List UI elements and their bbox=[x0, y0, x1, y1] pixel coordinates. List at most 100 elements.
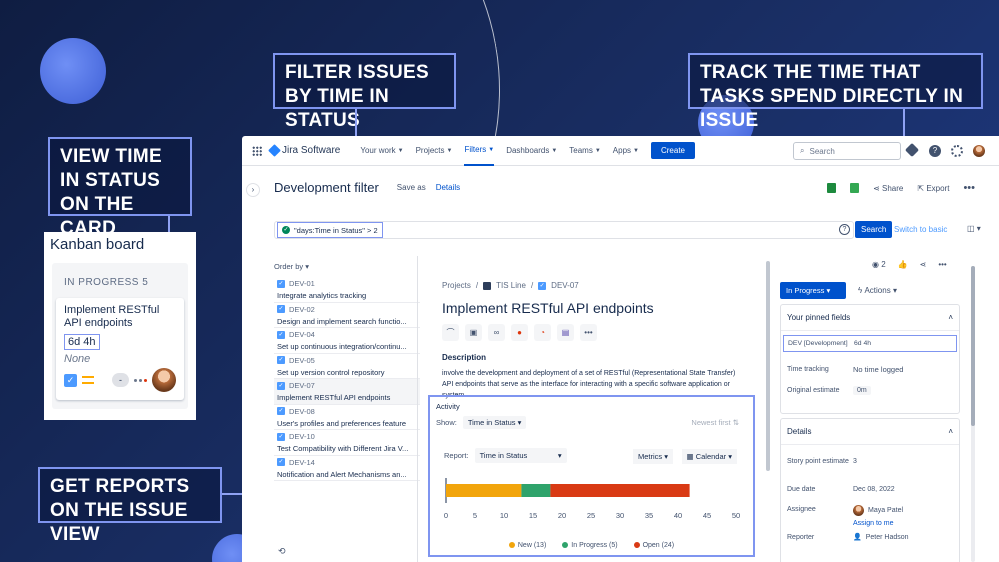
nav-label: Dashboards bbox=[506, 146, 550, 155]
details-link[interactable]: Details bbox=[436, 183, 460, 192]
breadcrumb-issue-key[interactable]: DEV-07 bbox=[551, 281, 579, 290]
switch-to-basic-link[interactable]: Switch to basic bbox=[894, 225, 947, 234]
legend-item[interactable]: In Progress (5) bbox=[562, 542, 618, 549]
list-item[interactable]: ✓ DEV-08 User's profiles and preferences f… bbox=[274, 405, 420, 430]
sheets-export-icon[interactable] bbox=[850, 183, 860, 193]
assign-to-me-link[interactable]: Assign to me bbox=[853, 520, 903, 527]
jql-help-icon[interactable]: ? bbox=[839, 224, 850, 235]
app-chart-icon[interactable]: ◔ bbox=[534, 324, 551, 341]
issue-scrollbar[interactable] bbox=[766, 261, 770, 471]
nav-teams[interactable]: Teams ▼ bbox=[569, 146, 601, 155]
sidebar-expand-icon[interactable]: › bbox=[246, 183, 260, 197]
details-panel: Details ˄ Story point estimate 3 Due date D… bbox=[780, 418, 960, 562]
refresh-icon[interactable]: ⟲ bbox=[278, 546, 286, 557]
field-label: Due date bbox=[787, 485, 816, 493]
help-icon[interactable]: ? bbox=[929, 145, 941, 157]
search-icon: ⌕ bbox=[800, 146, 805, 155]
more-icon[interactable]: ••• bbox=[938, 260, 946, 269]
export-button[interactable]: ⇱ Export bbox=[917, 184, 949, 193]
issue-key: DEV-08 bbox=[289, 406, 315, 416]
app-doc-icon[interactable]: ▤ bbox=[557, 324, 574, 341]
issue-title-heading: Implement RESTful API endpoints bbox=[442, 300, 654, 316]
issue-key: DEV-07 bbox=[289, 381, 315, 390]
share-button[interactable]: ⋖ Share bbox=[873, 184, 903, 193]
pinned-fields-header[interactable]: Your pinned fields ˄ bbox=[781, 305, 959, 331]
share-icon[interactable]: ⋖ bbox=[920, 260, 927, 269]
more-icon[interactable]: ••• bbox=[580, 324, 597, 341]
notifications-icon[interactable] bbox=[904, 142, 920, 158]
order-by-button[interactable]: Order by ▾ bbox=[274, 262, 420, 271]
jira-logo[interactable]: Jira Software bbox=[268, 144, 340, 157]
issue-key: DEV-01 bbox=[289, 279, 315, 288]
assignee-name: Maya Patel bbox=[868, 507, 904, 514]
legend-item[interactable]: New (13) bbox=[508, 542, 546, 549]
breadcrumb-project[interactable]: TIS Line bbox=[496, 281, 526, 290]
chart-bar-segment-2[interactable] bbox=[550, 484, 690, 497]
list-item[interactable]: ✓ DEV-10 Test Compatibility with Different… bbox=[274, 430, 420, 456]
list-item[interactable]: ✓ DEV-14 Notification and Alert Mechanisms… bbox=[274, 456, 420, 481]
assignee-field[interactable]: Assignee Maya Patel Assign to me bbox=[781, 501, 959, 527]
field-value: Dec 08, 2022 bbox=[853, 485, 895, 493]
jql-input[interactable]: ✓ "days:Time in Status" > 2 bbox=[274, 221, 854, 239]
nav-apps[interactable]: Apps ▼ bbox=[613, 146, 639, 155]
task-check-icon: ✓ bbox=[277, 356, 285, 364]
actions-button[interactable]: ϟ Actions ▾ bbox=[858, 286, 897, 295]
more-icon[interactable]: ••• bbox=[963, 182, 975, 194]
order-by-label: Order by bbox=[274, 262, 304, 271]
search-button[interactable]: Search bbox=[855, 221, 893, 238]
list-item[interactable]: ✓ DEV-02 Design and implement search funct… bbox=[274, 303, 420, 328]
task-check-icon: ✓ bbox=[277, 458, 285, 466]
chart-x-tick-label: 25 bbox=[587, 511, 595, 520]
chevron-down-icon: ▼ bbox=[446, 147, 453, 154]
link-icon[interactable]: ∞ bbox=[488, 324, 505, 341]
app-shield-icon[interactable]: ● bbox=[511, 324, 528, 341]
jira-logo-icon bbox=[268, 144, 281, 157]
create-button[interactable]: Create bbox=[650, 142, 695, 159]
settings-gear-icon[interactable] bbox=[951, 145, 963, 157]
field-label: Assignee bbox=[787, 506, 816, 513]
callout-reports: GET REPORTS ON THE ISSUE VIEW bbox=[38, 467, 222, 545]
chevron-down-icon: ▾ bbox=[892, 286, 897, 295]
scrollbar-thumb[interactable] bbox=[971, 266, 975, 426]
nav-filters[interactable]: Filters ▼ bbox=[464, 136, 495, 166]
issue-key: DEV-04 bbox=[289, 330, 315, 339]
nav-dashboards[interactable]: Dashboards ▼ bbox=[506, 146, 557, 155]
list-item[interactable]: ✓ DEV-05 Set up version control repository bbox=[274, 354, 420, 379]
details-scrollbar[interactable] bbox=[971, 266, 975, 562]
layout-toggle-icon[interactable]: ◫ ▾ bbox=[967, 224, 981, 233]
kanban-card[interactable]: Implement RESTful API endpoints 6d 4h No… bbox=[56, 298, 184, 400]
original-estimate-field[interactable]: Original estimate 0m bbox=[781, 382, 959, 398]
list-item[interactable]: ✓ DEV-01 Integrate analytics tracking bbox=[274, 277, 420, 303]
avatar[interactable] bbox=[152, 368, 176, 392]
actions-label: Actions bbox=[864, 286, 891, 295]
story-points-field[interactable]: Story point estimate 3 bbox=[781, 445, 959, 477]
chart-x-tick-label: 35 bbox=[645, 511, 653, 520]
status-transition-button[interactable]: In Progress ▾ bbox=[780, 282, 846, 299]
like-icon[interactable]: 👍 bbox=[898, 260, 908, 269]
app-switcher-icon[interactable] bbox=[252, 145, 262, 156]
list-item-selected[interactable]: ✓ DEV-07 Implement RESTful API endpoints bbox=[274, 379, 420, 405]
child-issue-icon[interactable]: ▣ bbox=[465, 324, 482, 341]
list-item[interactable]: ✓ DEV-04 Set up continuous integration/con… bbox=[274, 328, 420, 354]
issue-key: DEV-05 bbox=[289, 355, 315, 365]
save-as-button[interactable]: Save as bbox=[397, 183, 426, 192]
nav-your-work[interactable]: Your work ▼ bbox=[360, 146, 403, 155]
due-date-field[interactable]: Due date Dec 08, 2022 bbox=[781, 477, 959, 501]
global-search-input[interactable]: ⌕ Search bbox=[793, 142, 901, 160]
profile-avatar[interactable] bbox=[973, 145, 985, 157]
breadcrumb-projects[interactable]: Projects bbox=[442, 281, 471, 290]
chart-bar-segment-1[interactable] bbox=[521, 484, 551, 497]
nav-label: Teams bbox=[569, 146, 593, 155]
reporter-field[interactable]: Reporter 👤 Peter Hadson bbox=[781, 527, 959, 547]
chart-bar-segment-0[interactable] bbox=[446, 484, 522, 497]
nav-projects[interactable]: Projects ▼ bbox=[416, 146, 453, 155]
legend-item[interactable]: Open (24) bbox=[633, 542, 674, 549]
attach-icon[interactable]: ⌒ bbox=[442, 324, 459, 341]
details-header[interactable]: Details ˄ bbox=[781, 419, 959, 445]
time-tracking-field[interactable]: Time tracking No time logged bbox=[781, 356, 959, 382]
watchers-button[interactable]: ◉ 2 bbox=[872, 260, 886, 269]
pinned-field-label: DEV [Development] bbox=[788, 340, 848, 347]
search-placeholder: Search bbox=[809, 146, 835, 156]
chart-x-tick-label: 20 bbox=[558, 511, 566, 520]
excel-export-icon[interactable] bbox=[827, 183, 837, 193]
